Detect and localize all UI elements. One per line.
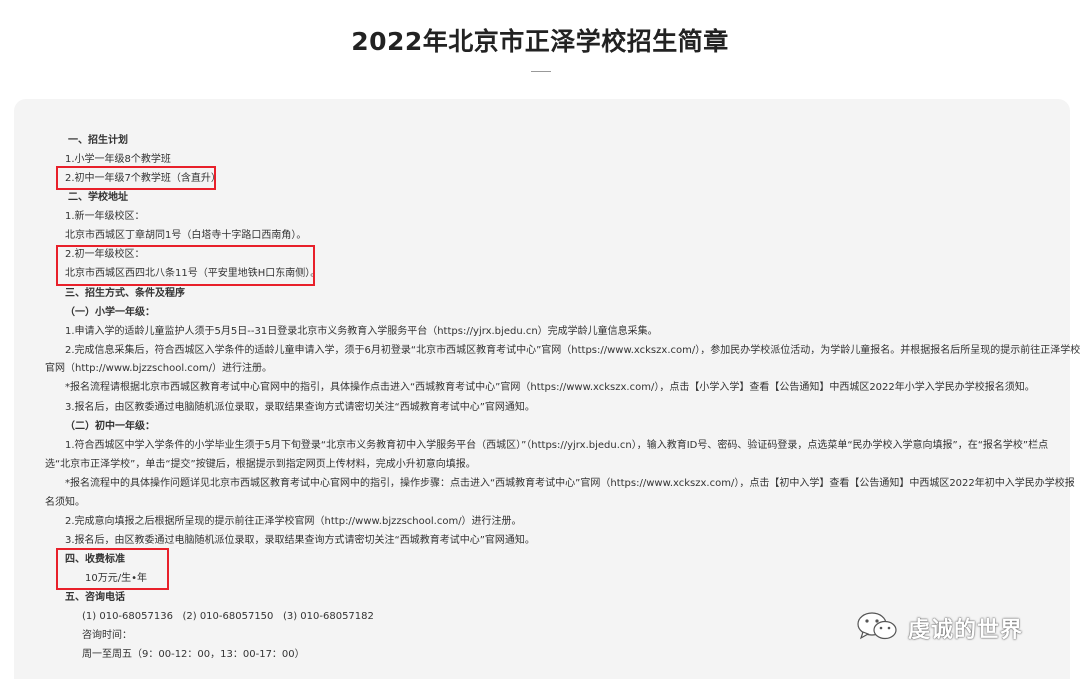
middle-note: *报名流程中的具体操作问题详见北京市西城区教育考试中心官网中的指引，操作步骤：点… [65,478,1075,489]
middle-step-1: 1.符合西城区中学入学条件的小学毕业生须于5月下旬登录“北京市义务教育初中入学服… [65,440,1049,451]
contact-phones: (1) 010-68057136 (2) 010-68057150 (3) 01… [82,611,374,622]
highlight-box-middle-classes [56,166,216,190]
highlight-box-fee [56,548,169,590]
page-title: 2022年北京市正泽学校招生简章 [351,27,729,56]
watermark: 虔诚的世界 [856,610,1023,646]
middle-step-3: 3.报名后，由区教委通过电脑随机派位录取，录取结果查询方式请密切关注“西城教育考… [65,535,535,546]
middle-note-cont: 名须知。 [45,497,85,508]
section-heading-address: 二、学校地址 [68,192,128,203]
primary-step-2-cont: 官网（http://www.bjzzschool.com/）进行注册。 [45,363,273,374]
primary-note: *报名流程请根据北京市西城区教育考试中心官网中的指引，具体操作点击进入“西城教育… [65,382,1035,393]
primary-step-1: 1.申请入学的适龄儿童监护人须于5月5日--31日登录北京市义务教育入学服务平台… [65,326,658,337]
contact-time: 周一至周五（9：00-12：00，13：00-17：00） [82,649,305,660]
highlight-box-middle-campus [56,245,315,286]
address-primary: 北京市西城区丁章胡同1号（白塔寺十字路口西南角）。 [65,230,307,241]
middle-step-2: 2.完成意向填报之后根据所呈现的提示前往正泽学校官网（http://www.bj… [65,516,522,527]
section-heading-contact: 五、咨询电话 [65,592,125,603]
primary-step-3: 3.报名后，由区教委通过电脑随机派位录取，录取结果查询方式请密切关注“西城教育考… [65,402,535,413]
section-heading-plan: 一、招生计划 [68,135,128,146]
middle-step-1-cont: 选“北京市正泽学校”，单击“提交”按键后，根据提示到指定网页上传材料，完成小升初… [45,459,476,470]
wechat-icon [856,610,898,646]
subheading-middle: （二）初中一年级： [65,421,155,432]
subheading-primary: （一）小学一年级： [65,307,155,318]
address-label-primary: 1.新一年级校区： [65,211,145,222]
watermark-text: 虔诚的世界 [908,618,1024,643]
section-heading-procedure: 三、招生方式、条件及程序 [65,288,185,299]
contact-time-label: 咨询时间： [82,630,132,641]
primary-step-2: 2.完成信息采集后，符合西城区入学条件的适龄儿童申请入学，须于6月初登录“北京市… [65,345,1080,356]
title-divider [531,71,551,72]
plan-item-primary: 1.小学一年级8个教学班 [65,154,171,165]
